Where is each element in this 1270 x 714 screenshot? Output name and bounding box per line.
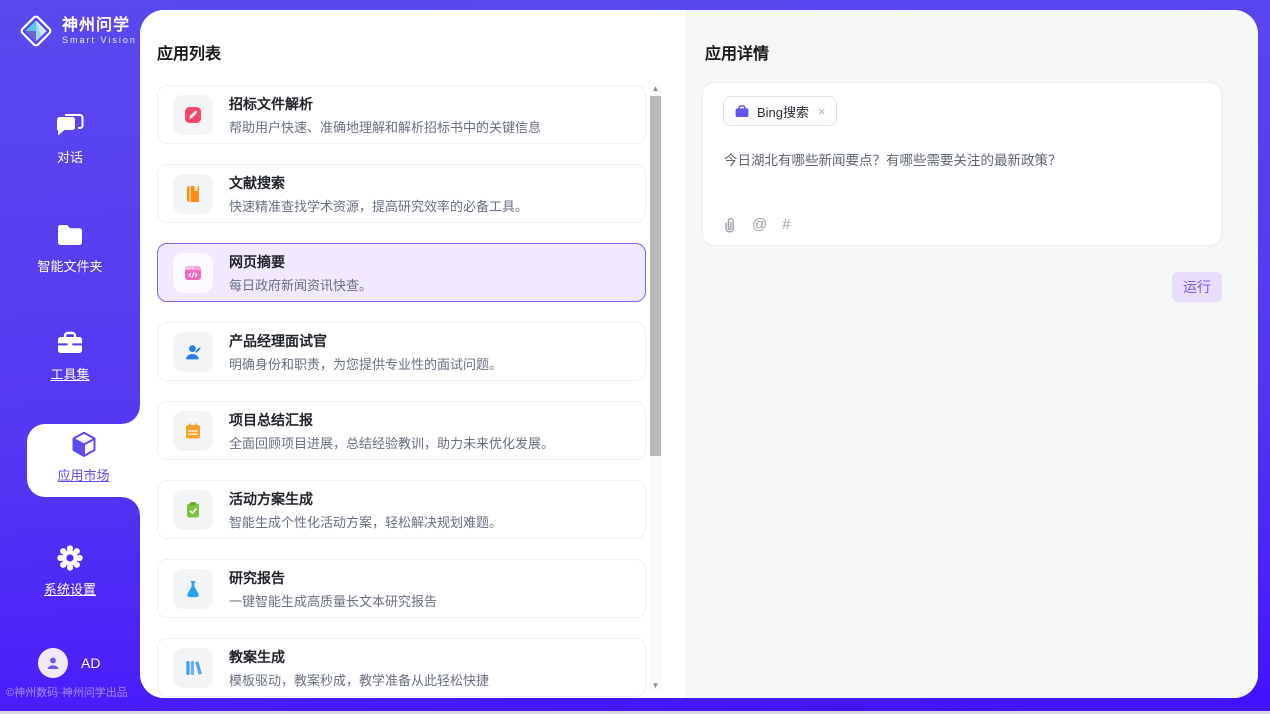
mention-icon[interactable]: @	[752, 216, 767, 233]
app-card-project-summary[interactable]: 项目总结汇报 全面回顾项目进展，总结经验教训，助力未来优化发展。	[157, 401, 646, 460]
app-card-desc: 明确身份和职责，为您提供专业性的面试问题。	[229, 354, 502, 373]
app-card-event-plan[interactable]: 活动方案生成 智能生成个性化活动方案，轻松解决规划难题。	[157, 480, 646, 539]
app-card-desc: 帮助用户快速、准确地理解和解析招标书中的关键信息	[229, 117, 541, 136]
brand: 神州问学 Smart Vision	[18, 13, 137, 49]
pen-square-icon	[173, 95, 213, 135]
scroll-up-icon[interactable]: ▲	[649, 83, 662, 95]
prompt-input[interactable]: 今日湖北有哪些新闻要点？有哪些需要关注的最新政策？	[724, 151, 1197, 171]
app-card-pm-interviewer[interactable]: 产品经理面试官 明确身份和职责，为您提供专业性的面试问题。	[157, 322, 646, 381]
gear-icon	[0, 544, 140, 572]
sidebar-item-label: 对话	[0, 147, 140, 166]
copyright-text: ©神州数码·神州问学出品	[6, 684, 140, 700]
sidebar: 神州问学 Smart Vision 对话 智能文件夹	[0, 0, 140, 714]
brand-subtitle: Smart Vision	[62, 35, 137, 45]
app-card-desc: 智能生成个性化活动方案，轻松解决规划难题。	[229, 512, 502, 531]
app-list-title: 应用列表	[157, 40, 221, 64]
sidebar-item-label: 智能文件夹	[0, 256, 140, 275]
sidebar-item-label: 工具集	[0, 364, 140, 383]
briefcase-icon	[734, 104, 750, 119]
app-card-desc: 每日政府新闻资讯快查。	[229, 275, 372, 294]
chat-icon	[0, 112, 140, 140]
clipboard-check-icon	[173, 490, 213, 530]
app-card-desc: 全面回顾项目进展，总结经验教训，助力未来优化发展。	[229, 433, 554, 452]
app-list-scrollbar[interactable]: ▲ ▼	[649, 83, 662, 692]
app-card-title: 研究报告	[229, 568, 437, 588]
prompt-card: Bing搜索 × 今日湖北有哪些新闻要点？有哪些需要关注的最新政策？ @ #	[702, 82, 1222, 246]
app-card-lesson-plan[interactable]: 教案生成 模板驱动，教案秒成，教学准备从此轻松快捷	[157, 638, 646, 697]
composer-toolbar: @ #	[721, 216, 791, 233]
app-card-desc: 模板驱动，教案秒成，教学准备从此轻松快捷	[229, 670, 489, 689]
app-card-title: 教案生成	[229, 647, 489, 667]
close-icon[interactable]: ×	[816, 104, 826, 119]
folder-icon	[0, 221, 140, 249]
user-icon	[45, 655, 61, 671]
brand-logo-icon	[18, 13, 54, 49]
app-list: 招标文件解析 帮助用户快速、准确地理解和解析招标书中的关键信息 文献搜索 快速精…	[157, 85, 646, 698]
interviewer-icon	[173, 332, 213, 372]
sidebar-item-chat[interactable]: 对话	[0, 112, 140, 166]
user-account[interactable]: AD	[38, 648, 100, 678]
app-detail-panel: 应用详情 Bing搜索 × 今日湖北有哪些新闻要点？有哪些需要关注的最新政策？	[685, 10, 1258, 698]
toolbox-icon	[0, 329, 140, 357]
browser-code-icon	[173, 253, 213, 293]
sidebar-item-label: 应用市场	[27, 465, 140, 484]
app-card-desc: 快速精准查找学术资源，提高研究效率的必备工具。	[229, 196, 528, 215]
tool-chip-bing-search[interactable]: Bing搜索 ×	[723, 96, 837, 126]
sidebar-item-label: 系统设置	[0, 579, 140, 598]
app-card-title: 网页摘要	[229, 252, 372, 272]
app-card-literature-search[interactable]: 文献搜索 快速精准查找学术资源，提高研究效率的必备工具。	[157, 164, 646, 223]
app-card-title: 项目总结汇报	[229, 410, 554, 430]
app-card-title: 活动方案生成	[229, 489, 502, 509]
sidebar-item-app-market[interactable]: 应用市场	[27, 424, 140, 497]
main-content: 应用列表 招标文件解析 帮助用户快速、准确地理解和解析招标书中的关键信息	[140, 10, 1258, 698]
app-card-title: 招标文件解析	[229, 94, 541, 114]
sidebar-item-smart-folder[interactable]: 智能文件夹	[0, 221, 140, 275]
book-icon	[173, 174, 213, 214]
app-card-research-report[interactable]: 研究报告 一键智能生成高质量长文本研究报告	[157, 559, 646, 618]
app-card-desc: 一键智能生成高质量长文本研究报告	[229, 591, 437, 610]
tool-chip-label: Bing搜索	[757, 102, 809, 121]
app-list-panel: 应用列表 招标文件解析 帮助用户快速、准确地理解和解析招标书中的关键信息	[140, 10, 685, 698]
run-button[interactable]: 运行	[1172, 272, 1222, 302]
avatar	[38, 648, 68, 678]
app-detail-title: 应用详情	[705, 40, 769, 64]
sidebar-item-toolbox[interactable]: 工具集	[0, 329, 140, 383]
scroll-down-icon[interactable]: ▼	[649, 680, 662, 692]
note-icon	[173, 411, 213, 451]
app-card-title: 产品经理面试官	[229, 331, 502, 351]
hash-icon[interactable]: #	[782, 216, 790, 233]
cube-icon	[27, 424, 140, 460]
sidebar-item-settings[interactable]: 系统设置	[0, 544, 140, 598]
scrollbar-thumb[interactable]	[650, 96, 661, 456]
app-card-web-summary[interactable]: 网页摘要 每日政府新闻资讯快查。	[157, 243, 646, 302]
app-card-bid-parsing[interactable]: 招标文件解析 帮助用户快速、准确地理解和解析招标书中的关键信息	[157, 85, 646, 144]
user-initials: AD	[81, 655, 100, 671]
brand-name: 神州问学	[62, 17, 137, 35]
books-icon	[173, 648, 213, 688]
flask-icon	[173, 569, 213, 609]
app-card-title: 文献搜索	[229, 173, 528, 193]
paperclip-icon[interactable]	[721, 216, 737, 233]
